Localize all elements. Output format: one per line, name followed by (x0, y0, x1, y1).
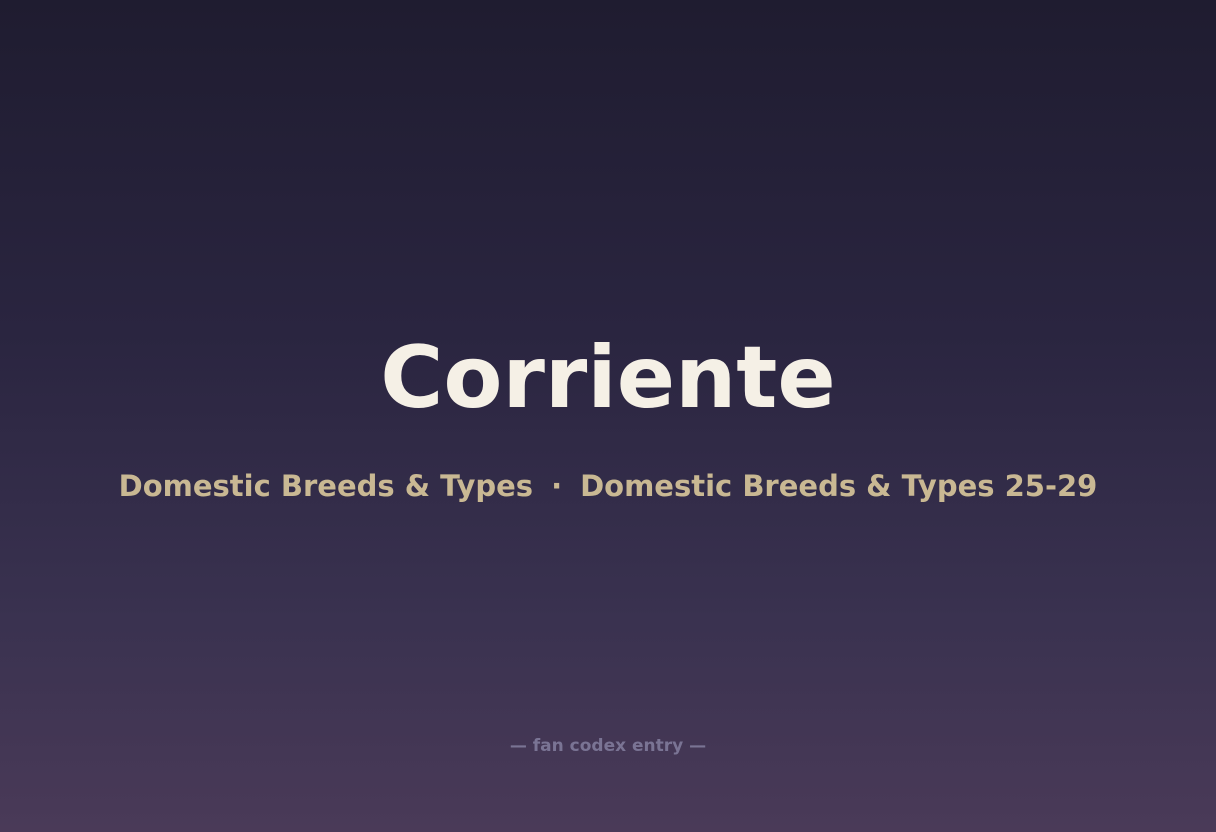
subtitle-separator: · (551, 469, 563, 503)
entry-subcategory: Domestic Breeds & Types 25-29 (580, 469, 1098, 503)
footer-caption: — fan codex entry — (509, 736, 707, 756)
entry-title: Corriente (380, 328, 836, 428)
entry-subtitle: Domestic Breeds & Types · Domestic Breeds … (0, 466, 1216, 506)
entry-category: Domestic Breeds & Types (118, 469, 534, 503)
